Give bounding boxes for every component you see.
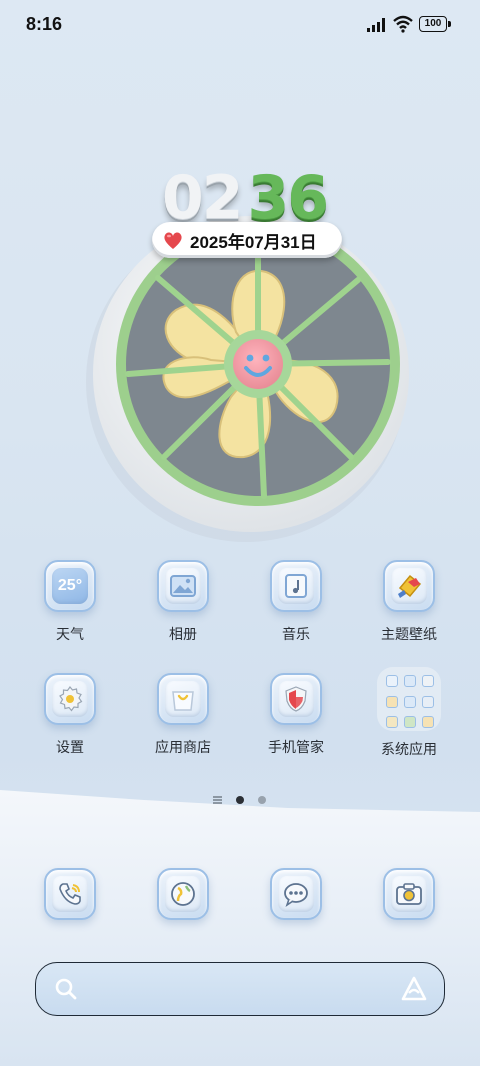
smiley-hub-icon [233,339,283,389]
phone-icon [59,883,81,905]
app-label: 设置 [56,739,84,755]
app-store-icon [172,691,194,711]
search-bar[interactable] [35,962,445,1016]
clock-minutes: 36 [247,163,329,233]
battery-icon: 100 [419,16,451,32]
browser-icon [171,882,195,906]
wallpaper-snow [0,790,480,1066]
app-label: 音乐 [282,626,310,642]
themes-icon [398,574,422,598]
wifi-icon [393,15,413,33]
app-label: 天气 [56,626,84,642]
weather-icon: 25° [52,568,88,604]
page-dot[interactable] [258,796,266,804]
page-dot-active[interactable] [236,796,244,804]
search-icon [55,978,77,1000]
app-label: 应用商店 [155,739,211,755]
assistant-icon[interactable] [400,975,428,1003]
status-bar: 8:16 100 [0,0,480,50]
app-music[interactable]: 音乐 [246,560,346,644]
app-store[interactable]: 应用商店 [133,673,233,757]
date-pill: 2025年07月31日 [152,222,342,258]
status-time: 8:16 [26,14,63,34]
app-themes[interactable]: 主题壁纸 [359,560,459,644]
gallery-icon [170,575,196,597]
dock-messages[interactable] [246,868,346,920]
page-indicator[interactable] [213,796,266,804]
heart-icon [164,232,182,249]
fan-clock-widget[interactable] [86,212,416,542]
app-gallery[interactable]: 相册 [133,560,233,644]
battery-level: 100 [419,16,447,32]
app-settings[interactable]: 设置 [20,673,120,757]
folder-icon [377,667,441,731]
camera-icon [396,883,422,905]
dock-camera[interactable] [359,868,459,920]
app-phone-manager[interactable]: 手机管家 [246,673,346,757]
shield-icon [285,686,307,712]
signal-icon [367,18,385,32]
app-label: 系统应用 [381,741,437,757]
dock-phone[interactable] [20,868,120,920]
music-icon [285,574,307,598]
widget-date: 2025年07月31日 [190,232,317,252]
clock-hours: 02 [162,163,243,233]
folder-system-apps[interactable]: 系统应用 [359,667,459,759]
app-weather[interactable]: 25° 天气 [20,560,120,644]
drawer-indicator[interactable] [213,796,222,804]
messages-icon [284,883,308,907]
app-label: 主题壁纸 [381,626,437,642]
app-label: 相册 [169,626,197,642]
dock-browser[interactable] [133,868,233,920]
widget-clock: 02 36 [162,158,329,233]
gear-icon [59,686,83,712]
app-label: 手机管家 [268,739,324,755]
